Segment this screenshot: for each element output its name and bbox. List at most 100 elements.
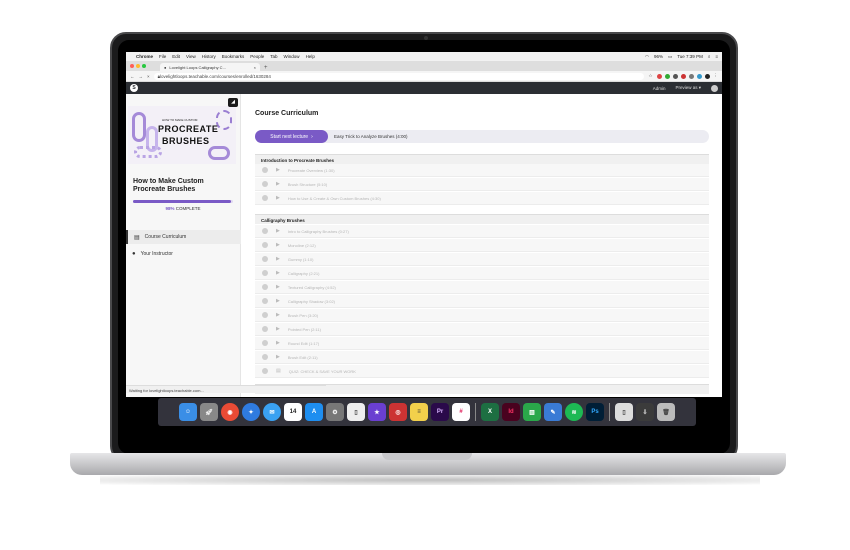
lecture-title: Brush Pen (3:20) — [287, 312, 319, 318]
thumbnail-title-line1: PROCREATE — [158, 124, 219, 134]
preferences-icon[interactable]: ⚙ — [326, 403, 344, 421]
menu-help[interactable]: Help — [306, 54, 315, 59]
launchpad-icon[interactable]: 🚀︎ — [200, 403, 218, 421]
star-icon[interactable]: ☆ — [648, 73, 652, 79]
complete-check-icon — [262, 298, 268, 304]
extension-icon[interactable] — [680, 73, 686, 79]
chrome-icon[interactable]: ◉ — [221, 403, 239, 421]
video-icon: ▶ — [276, 312, 280, 318]
lecture-item[interactable]: ▶ Procreate Overview (1:30) — [255, 164, 709, 177]
start-next-lecture-button[interactable]: Start next lecture › — [255, 130, 328, 143]
photoshop-icon[interactable]: Ps — [586, 403, 604, 421]
close-window-icon[interactable] — [130, 64, 134, 68]
profile-avatar-icon[interactable] — [704, 73, 710, 79]
excel-icon[interactable]: X — [481, 403, 499, 421]
lecture-title: How to Use & Create & Own Custom Brushes… — [287, 195, 381, 201]
sidebar-toggle-button[interactable]: ◢ — [228, 98, 238, 107]
menu-bookmarks[interactable]: Bookmarks — [222, 54, 245, 59]
numbers-icon[interactable]: ▥ — [523, 403, 541, 421]
more-icon[interactable]: ⋮ — [714, 73, 719, 79]
messages-icon[interactable]: ✉ — [263, 403, 281, 421]
stop-icon[interactable]: × — [147, 74, 150, 79]
lecture-item[interactable]: ▶ Brush Structure (5:10) — [255, 178, 709, 191]
menu-window[interactable]: Window — [284, 54, 300, 59]
course-thumbnail: HOW TO MAKE CUSTOM PROCREATE BRUSHES — [128, 106, 236, 164]
menu-history[interactable]: History — [202, 54, 216, 59]
menu-list-icon[interactable]: ≡ — [715, 54, 718, 59]
lecture-item[interactable]: ▶ Brush Edit (2:11) — [255, 351, 709, 364]
battery-percent[interactable]: 96% — [654, 54, 663, 59]
next-lecture-title[interactable]: Easy Trick to Analyze Brushes (4:00) — [334, 134, 408, 139]
tab-close-icon[interactable]: × — [254, 65, 256, 70]
notes-icon[interactable]: ≡ — [410, 403, 428, 421]
lecture-item[interactable]: ▶ Pointed Pen (2:11) — [255, 323, 709, 336]
imovie-icon[interactable]: ★ — [368, 403, 386, 421]
lecture-item[interactable]: ▶ Round Edit (1:17) — [255, 337, 709, 350]
finder-icon[interactable]: ☺ — [179, 403, 197, 421]
page-title: Course Curriculum — [255, 110, 319, 117]
lecture-item[interactable]: ▶ Intro to Calligraphy Brushes (0:27) — [255, 225, 709, 238]
tab-favicon-icon: ● — [164, 64, 167, 70]
document-icon: ▤ — [276, 368, 281, 374]
downloads-icon[interactable]: ⇩ — [636, 403, 654, 421]
preview-icon[interactable]: ▯ — [347, 403, 365, 421]
video-icon: ▶ — [276, 181, 280, 187]
nav-preview-as[interactable]: Preview as ▾ — [675, 85, 701, 91]
url-field[interactable]: 🔒︎ lovelightloops.teachable.com/courses/… — [153, 72, 645, 80]
documents-icon[interactable]: ▯ — [615, 403, 633, 421]
indesign-icon[interactable]: Id — [502, 403, 520, 421]
spotify-icon[interactable]: ≋ — [565, 403, 583, 421]
sidebar-item-course-curriculum[interactable]: ▤ Course Curriculum — [126, 230, 241, 244]
lecture-item[interactable]: ▶ Gummy (1:10) — [255, 253, 709, 266]
wifi-icon[interactable]: ◠ — [645, 54, 649, 60]
lecture-item[interactable]: ▤ QUIZ: CHECK & SAVE YOUR WORK — [255, 365, 709, 378]
complete-check-icon — [262, 340, 268, 346]
nav-admin[interactable]: Admin — [653, 86, 666, 91]
minimize-window-icon[interactable] — [136, 64, 140, 68]
trash-icon[interactable]: 🗑︎ — [657, 403, 675, 421]
lecture-item[interactable]: ▶ Brush Pen (3:20) — [255, 309, 709, 322]
course-sidebar: HOW TO MAKE CUSTOM PROCREATE BRUSHES ◢ H… — [126, 94, 241, 397]
sidebar-item-your-instructor[interactable]: ● Your Instructor — [126, 247, 241, 261]
premiere-icon[interactable]: Pr — [431, 403, 449, 421]
screen: Chrome File Edit View History Bookmarks … — [126, 52, 722, 397]
lecture-item[interactable]: ▶ How to Use & Create & Own Custom Brushe… — [255, 192, 709, 205]
battery-icon[interactable]: ▭ — [668, 54, 672, 60]
extension-icon[interactable] — [664, 73, 670, 79]
avatar[interactable] — [711, 84, 718, 92]
menu-people[interactable]: People — [250, 54, 264, 59]
lecture-item[interactable]: ▶ Textured Calligraphy (4:52) — [255, 281, 709, 294]
menu-tab[interactable]: Tab — [270, 54, 277, 59]
menu-edit[interactable]: Edit — [172, 54, 180, 59]
back-icon[interactable]: ← — [130, 74, 135, 79]
calendar-icon[interactable]: 14 — [284, 403, 302, 421]
progress-label: COMPLETE — [175, 206, 201, 211]
sidebar-item-label: Course Curriculum — [144, 234, 187, 240]
photo-booth-icon[interactable]: ◎ — [389, 403, 407, 421]
forward-icon[interactable]: → — [139, 74, 144, 79]
laptop-notch — [382, 453, 472, 460]
lecture-title: Procreate Overview (1:30) — [287, 167, 335, 173]
menu-file[interactable]: File — [159, 54, 166, 59]
lecture-title: Brush Structure (5:10) — [287, 181, 328, 187]
lecture-item[interactable]: ▶ Monoline (2:12) — [255, 239, 709, 252]
lecture-item[interactable]: ▶ Calligraphy Shadow (3:02) — [255, 295, 709, 308]
browser-tab[interactable]: ● Lovelight Loops Calligraphy C... × — [160, 63, 260, 71]
lecture-item[interactable]: ▶ Calligraphy (2:21) — [255, 267, 709, 280]
zoom-window-icon[interactable] — [142, 64, 146, 68]
slack-icon[interactable]: # — [452, 403, 470, 421]
extension-icon[interactable] — [672, 73, 678, 79]
app-store-icon[interactable]: A — [305, 403, 323, 421]
school-logo[interactable]: S — [130, 84, 138, 92]
video-icon: ▶ — [276, 228, 280, 234]
menu-view[interactable]: View — [186, 54, 196, 59]
clock[interactable]: Tue 7:39 PM — [677, 54, 703, 59]
extension-icon[interactable] — [688, 73, 694, 79]
extension-icon[interactable] — [696, 73, 702, 79]
search-icon[interactable]: ⌕ — [708, 54, 711, 59]
menu-app[interactable]: Chrome — [136, 54, 153, 59]
browser-status-bar: Waiting for lovelightloops.teachable.com… — [126, 385, 326, 393]
extension-icon[interactable] — [656, 73, 662, 79]
pages-icon[interactable]: ✎ — [544, 403, 562, 421]
safari-icon[interactable]: ✦ — [242, 403, 260, 421]
